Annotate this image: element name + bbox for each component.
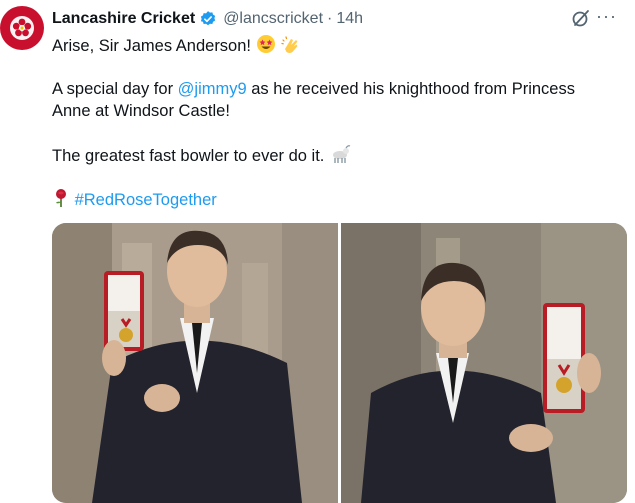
tweet-line-1-text: Arise, Sir James Anderson! — [52, 37, 251, 55]
rose-emoji — [56, 189, 66, 207]
goat-emoji — [332, 145, 351, 163]
tweet-line-5: #RedRoseTogether — [52, 188, 217, 211]
tweet-media-grid — [52, 223, 627, 503]
avatar[interactable] — [0, 6, 44, 50]
verified-badge-icon — [201, 11, 216, 26]
red-rose-logo — [10, 16, 34, 40]
timestamp[interactable]: 14h — [336, 10, 363, 28]
tweet-line-4-text: The greatest fast bowler to ever do it. — [52, 147, 325, 165]
author-handle[interactable]: @lancscricket — [223, 10, 323, 28]
mention-link[interactable]: @jimmy9 — [178, 80, 247, 98]
tweet-line-4: The greatest fast bowler to ever do it. — [52, 144, 351, 167]
more-options-icon[interactable]: ··· — [596, 6, 617, 27]
separator: · — [327, 10, 333, 27]
grok-icon[interactable] — [571, 8, 591, 28]
tweet-line-2-prefix: A special day for — [52, 80, 178, 98]
tweet-line-3: Anne at Windsor Castle! — [52, 102, 230, 120]
tweet-line-2-suffix: as he received his knighthood from Princ… — [246, 80, 575, 98]
author-name[interactable]: Lancashire Cricket — [52, 10, 195, 28]
photo-right-image — [341, 223, 627, 503]
photo-left-image — [52, 223, 338, 503]
photo-right[interactable] — [341, 223, 627, 503]
clapping-hands-emoji — [281, 36, 298, 53]
tweet-header: Lancashire Cricket @lancscricket · 14h ·… — [52, 6, 627, 30]
star-struck-emoji — [256, 35, 275, 53]
tweet-line-1: Arise, Sir James Anderson! — [52, 34, 300, 57]
hashtag-link[interactable]: #RedRoseTogether — [75, 191, 217, 209]
photo-left[interactable] — [52, 223, 338, 503]
tweet-line-2: A special day for @jimmy9 as he received… — [52, 78, 575, 100]
